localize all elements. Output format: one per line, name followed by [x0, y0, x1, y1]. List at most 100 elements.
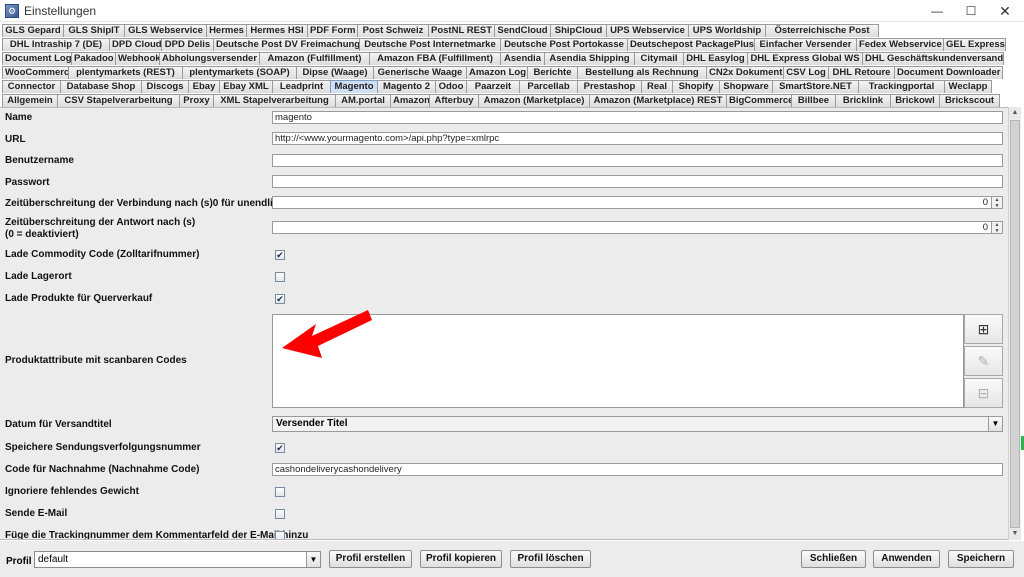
tab-amazon-fulfillment[interactable]: Amazon (Fulfillment) [259, 52, 370, 65]
url-input[interactable]: http://<www.yourmagento.com>/api.php?typ… [272, 132, 1003, 145]
load-cross-checkbox[interactable]: ✔ [275, 294, 285, 304]
tab-gls-shipit[interactable]: GLS ShipIT [63, 24, 125, 37]
tab-amazon[interactable]: Amazon [390, 94, 430, 107]
tab-allgemein[interactable]: Allgemein [2, 94, 58, 107]
tab-magento[interactable]: Magento [330, 80, 378, 93]
tab-einfacher-versender[interactable]: Einfacher Versender [754, 38, 857, 51]
ignore-weight-checkbox[interactable] [275, 487, 285, 497]
minimize-button[interactable]: — [920, 0, 954, 22]
tab-amazon-fba-fulfillment[interactable]: Amazon FBA (Fulfillment) [369, 52, 501, 65]
tab-fedex-webservice[interactable]: Fedex Webservice [856, 38, 944, 51]
tab-pakadoo[interactable]: Pakadoo [71, 52, 116, 65]
tab-prestashop[interactable]: Prestashop [577, 80, 642, 93]
tab-csv-log[interactable]: CSV Log [783, 66, 829, 79]
tab-cn2x-dokument[interactable]: CN2x Dokument [706, 66, 784, 79]
tab-ebay-xml[interactable]: Ebay XML [219, 80, 273, 93]
tab-bricklink[interactable]: Bricklink [835, 94, 891, 107]
chevron-down-icon[interactable]: ▼ [988, 417, 1002, 431]
tab-amazon-marketplace[interactable]: Amazon (Marketplace) [478, 94, 590, 107]
tab-ebay[interactable]: Ebay [188, 80, 220, 93]
tab-post-schweiz[interactable]: Post Schweiz [357, 24, 429, 37]
tab-dhl-express-global-ws[interactable]: DHL Express Global WS [747, 52, 863, 65]
tab-citymail[interactable]: Citymail [634, 52, 684, 65]
tab-csv-stapelverarbeitung[interactable]: CSV Stapelverarbeitung [57, 94, 180, 107]
load-location-checkbox[interactable] [275, 272, 285, 282]
tab-gls-gepard[interactable]: GLS Gepard [2, 24, 64, 37]
tab-hermes-hsi[interactable]: Hermes HSI [246, 24, 308, 37]
tab-deutsche-post-portokasse[interactable]: Deutsche Post Portokasse [500, 38, 628, 51]
create-profile-button[interactable]: Profil erstellen [329, 550, 412, 568]
tab-document-log[interactable]: Document Log [2, 52, 72, 65]
apply-button[interactable]: Anwenden [873, 550, 940, 568]
vertical-scrollbar[interactable]: ▲ ▼ [1008, 107, 1021, 540]
scroll-thumb[interactable] [1010, 120, 1020, 528]
tab-dpd-cloud[interactable]: DPD Cloud [109, 38, 162, 51]
tab-asendia-shipping[interactable]: Asendia Shipping [544, 52, 635, 65]
tab-brickscout[interactable]: Brickscout [939, 94, 1000, 107]
tab-deutschepost-packageplus[interactable]: Deutschepost PackagePlus [627, 38, 755, 51]
tab-shipcloud[interactable]: ShipCloud [550, 24, 607, 37]
tab-postnl-rest[interactable]: PostNL REST [428, 24, 495, 37]
tab-berichte[interactable]: Berichte [527, 66, 578, 79]
delete-profile-button[interactable]: Profil löschen [510, 550, 591, 568]
tab-plentymarkets-rest[interactable]: plentymarkets (REST) [68, 66, 183, 79]
tab-odoo[interactable]: Odoo [435, 80, 467, 93]
tab-hermes[interactable]: Hermes [206, 24, 247, 37]
tab-ups-webservice[interactable]: UPS Webservice [606, 24, 689, 37]
tab-plentymarkets-soap[interactable]: plentymarkets (SOAP) [182, 66, 297, 79]
profile-select[interactable]: default ▼ [34, 551, 321, 568]
tab-database-shop[interactable]: Database Shop [60, 80, 142, 93]
tab-xml-stapelverarbeitung[interactable]: XML Stapelverarbeitung [213, 94, 336, 107]
scroll-down-icon[interactable]: ▼ [1009, 528, 1021, 540]
tab-abholungsversender[interactable]: Abholungsversender [159, 52, 260, 65]
tab-dhl-easylog[interactable]: DHL Easylog [683, 52, 748, 65]
cod-code-input[interactable]: cashondeliverycashondelivery [272, 463, 1003, 476]
save-button[interactable]: Speichern [948, 550, 1014, 568]
tab-dpd-delis[interactable]: DPD Delis [161, 38, 214, 51]
tab-pdf-form[interactable]: PDF Form [307, 24, 358, 37]
tab-deutsche-post-internetmarke[interactable]: Deutsche Post Internetmarke [359, 38, 501, 51]
tab-sendcloud[interactable]: SendCloud [494, 24, 551, 37]
resp-timeout-spinner[interactable]: 0 ▲ ▼ [272, 221, 1003, 234]
tab-afterbuy[interactable]: Afterbuy [429, 94, 479, 107]
scroll-up-icon[interactable]: ▲ [1009, 107, 1021, 119]
tab-deutsche-post-dv-freimachung[interactable]: Deutsche Post DV Freimachung [213, 38, 360, 51]
tab-dipse-waage[interactable]: Dipse (Waage) [296, 66, 374, 79]
close-window-button[interactable]: ✕ [988, 0, 1022, 22]
tab-amazon-log[interactable]: Amazon Log [466, 66, 528, 79]
tab-amazon-marketplace-rest[interactable]: Amazon (Marketplace) REST [589, 94, 727, 107]
tab-shopify[interactable]: Shopify [672, 80, 720, 93]
tab-magento-2[interactable]: Magento 2 [377, 80, 436, 93]
tab-bestellung-als-rechnung[interactable]: Bestellung als Rechnung [577, 66, 707, 79]
chevron-down-icon[interactable]: ▼ [306, 552, 320, 567]
tab-proxy[interactable]: Proxy [179, 94, 214, 107]
load-commodity-checkbox[interactable]: ✔ [275, 250, 285, 260]
tab-asendia[interactable]: Asendia [500, 52, 545, 65]
password-input[interactable] [272, 175, 1003, 188]
tab-gls-webservice[interactable]: GLS Webservice [124, 24, 207, 37]
tab-am-portal[interactable]: AM.portal [335, 94, 391, 107]
tab-ups-worldship[interactable]: UPS Worldship [688, 24, 766, 37]
add-tracking-checkbox[interactable] [275, 531, 285, 539]
tab-parcellab[interactable]: Parcellab [519, 80, 578, 93]
tab-smartstore-net[interactable]: SmartStore.NET [772, 80, 859, 93]
tab-brickowl[interactable]: Brickowl [890, 94, 940, 107]
tab-billbee[interactable]: Billbee [791, 94, 836, 107]
tab-dhl-intraship-7-de[interactable]: DHL Intraship 7 (DE) [2, 38, 110, 51]
tab-discogs[interactable]: Discogs [141, 80, 189, 93]
remove-attr-button[interactable]: ⊟ [964, 378, 1003, 408]
close-button[interactable]: Schließen [801, 550, 866, 568]
tab-dhl-retoure[interactable]: DHL Retoure [828, 66, 895, 79]
tab-webhook[interactable]: Webhook [115, 52, 160, 65]
tab-generische-waage[interactable]: Generische Waage [373, 66, 467, 79]
tab-leadprint[interactable]: Leadprint [272, 80, 331, 93]
tab-shopware[interactable]: Shopware [719, 80, 773, 93]
tab-paarzeit[interactable]: Paarzeit [466, 80, 520, 93]
maximize-button[interactable]: ☐ [954, 0, 988, 22]
save-tracking-checkbox[interactable]: ✔ [275, 443, 285, 453]
tab-connector[interactable]: Connector [2, 80, 61, 93]
tab-real[interactable]: Real [641, 80, 673, 93]
tab-bigcommerce[interactable]: BigCommerce [726, 94, 792, 107]
username-input[interactable] [272, 154, 1003, 167]
tab-dhl-geschäftskundenversand[interactable]: DHL Geschäftskundenversand [862, 52, 1004, 65]
